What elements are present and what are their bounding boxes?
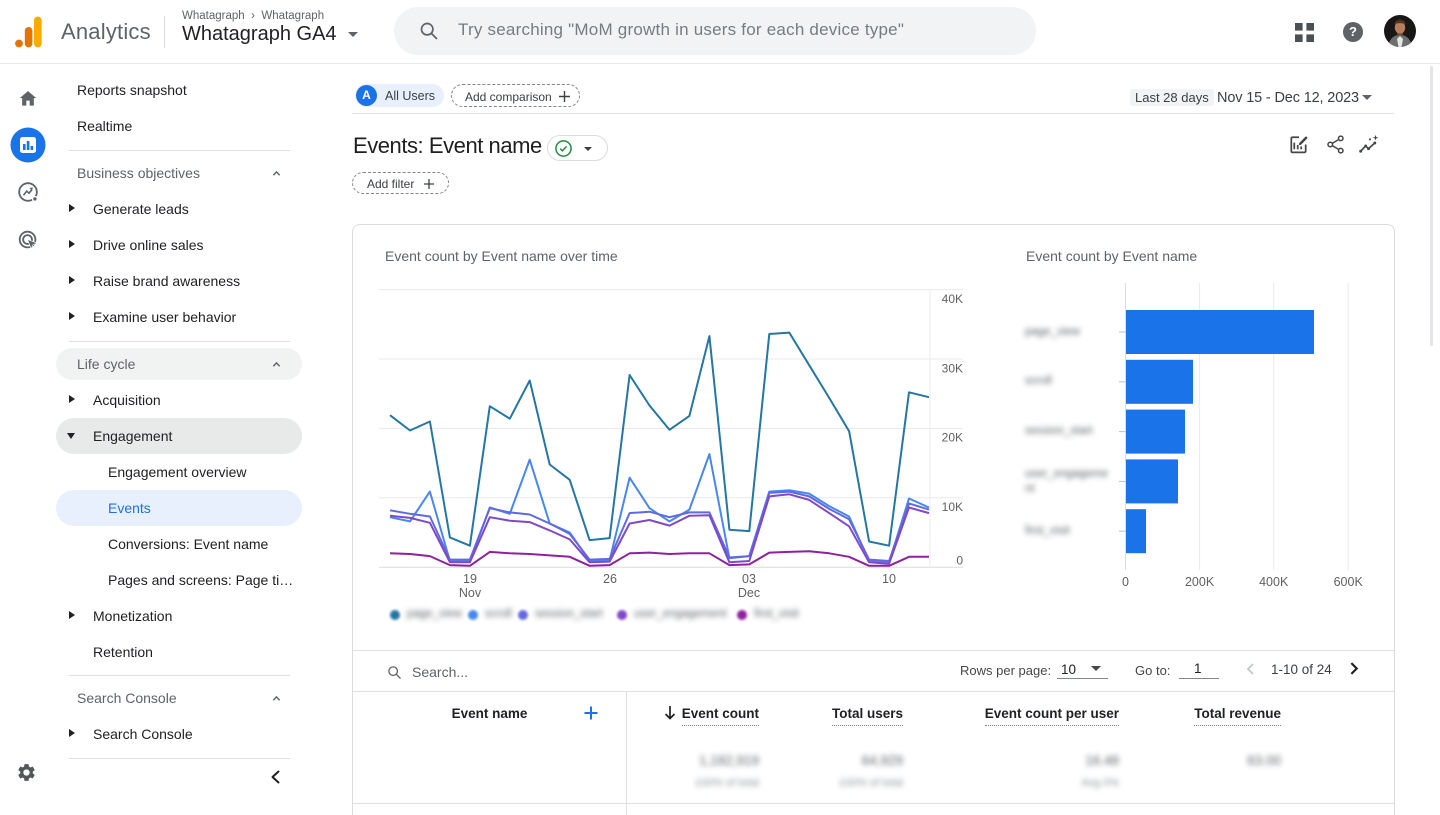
svg-text:600K: 600K xyxy=(1334,575,1364,589)
svg-text:10: 10 xyxy=(882,572,896,586)
svg-text:30K: 30K xyxy=(942,361,963,375)
svg-text:0: 0 xyxy=(1122,575,1129,589)
svg-text:10K: 10K xyxy=(942,500,963,514)
svg-text:19: 19 xyxy=(463,572,477,586)
svg-text:200K: 200K xyxy=(1185,575,1215,589)
svg-text:0: 0 xyxy=(956,554,963,568)
svg-text:40K: 40K xyxy=(942,292,963,306)
svg-text:Dec: Dec xyxy=(738,586,760,600)
svg-text:26: 26 xyxy=(603,572,617,586)
svg-text:400K: 400K xyxy=(1259,575,1289,589)
svg-text:03: 03 xyxy=(742,572,756,586)
svg-text:Nov: Nov xyxy=(459,586,482,600)
svg-text:20K: 20K xyxy=(942,431,963,445)
